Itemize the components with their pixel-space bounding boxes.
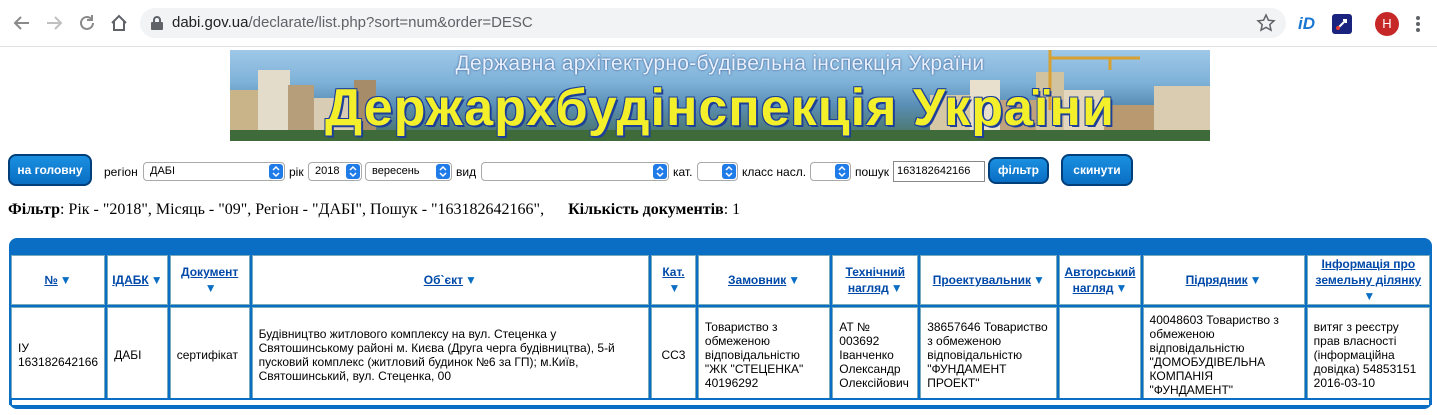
banner-subtitle: Державна архітектурно-будівельна інспекц… — [455, 52, 985, 75]
forward-arrow-icon[interactable] — [42, 11, 66, 35]
col-header-category[interactable]: Кат.▼ — [651, 255, 696, 305]
bookmark-star-icon[interactable] — [1256, 13, 1276, 33]
col-header-technical-supervision[interactable]: Технічний нагляд ▼ — [832, 255, 919, 305]
select-caret-icon — [436, 164, 450, 179]
browser-toolbar: dabi.gov.ua/declarate/list.php?sort=num&… — [0, 0, 1437, 47]
col-header-contractor[interactable]: Підрядник ▼ — [1142, 255, 1305, 305]
table-header-row: № ▼ ІДАБК ▼ Документ▼ Об`єкт ▼ Кат.▼ Замовн… — [11, 255, 1430, 305]
cell-contractor: 40048603 Товариство з обмеженою відповід… — [1142, 307, 1305, 403]
cell-customer: Товариство з обмеженою відповідальністю … — [697, 307, 831, 403]
select-caret-icon — [346, 164, 360, 179]
col-header-number[interactable]: № ▼ — [11, 255, 106, 305]
cell-document: сертифікат — [169, 307, 250, 403]
col-header-customer[interactable]: Замовник ▼ — [697, 255, 831, 305]
reset-button[interactable]: скинути — [1061, 154, 1133, 186]
region-label: регіон — [104, 165, 138, 179]
cell-category: СС3 — [651, 307, 696, 403]
sort-arrow-icon[interactable]: ▼ — [788, 272, 800, 288]
lock-icon — [151, 16, 163, 30]
cell-idabk: ДАБІ — [107, 307, 168, 403]
col-header-document[interactable]: Документ▼ — [169, 255, 250, 305]
col-header-author-supervision[interactable]: Авторський нагляд ▼ — [1059, 255, 1141, 305]
cell-number: ІУ 163182642166 — [11, 307, 106, 403]
browser-menu-icon[interactable] — [1410, 12, 1426, 36]
select-caret-icon — [653, 164, 667, 179]
sort-arrow-icon[interactable]: ▼ — [151, 272, 163, 288]
year-select[interactable]: 2018 — [308, 162, 362, 181]
home-button[interactable]: на головну — [8, 154, 92, 186]
sort-arrow-icon[interactable]: ▼ — [891, 280, 903, 296]
reload-icon[interactable] — [75, 11, 99, 35]
results-table: № ▼ ІДАБК ▼ Документ▼ Об`єкт ▼ Кат.▼ Замовн… — [9, 253, 1432, 405]
address-bar[interactable]: dabi.gov.ua/declarate/list.php?sort=num&… — [140, 8, 1286, 38]
col-header-land-info[interactable]: Інформація про земельну ділянку▼ — [1306, 255, 1430, 305]
site-banner[interactable]: Державна архітектурно-будівельна інспекц… — [230, 50, 1210, 141]
class-select[interactable] — [810, 162, 851, 181]
month-select[interactable]: вересень — [365, 162, 452, 181]
document-count-label: Кількість документів — [568, 201, 724, 218]
cell-author-supervision — [1059, 307, 1141, 403]
year-label: рік — [289, 165, 304, 179]
kind-select[interactable] — [481, 162, 669, 181]
search-label: пошук — [855, 165, 890, 179]
category-label: кат. — [673, 165, 693, 179]
profile-avatar[interactable]: H — [1375, 12, 1399, 36]
filter-button[interactable]: фільтр — [988, 157, 1049, 184]
cell-object: Будівництво житлового комплексу на вул. … — [251, 307, 650, 403]
sort-arrow-icon[interactable]: ▼ — [60, 272, 72, 288]
home-icon[interactable] — [107, 11, 131, 35]
col-header-idabk[interactable]: ІДАБК ▼ — [107, 255, 168, 305]
filter-text: : Рік - "2018", Місяць - "09", Регіон - … — [59, 201, 545, 218]
search-input[interactable]: 163182642166 — [893, 161, 985, 182]
table-bottom-bar — [9, 398, 1432, 409]
category-select[interactable] — [697, 162, 738, 181]
url-text: dabi.gov.ua/declarate/list.php?sort=num&… — [172, 14, 533, 31]
cell-technical-supervision: АТ № 003692 Іванченко Олександр Олексійо… — [832, 307, 919, 403]
banner-title: Держархбудінспекція України — [325, 79, 1115, 137]
filter-summary: Фільтр: Рік - "2018", Місяць - "09", Рег… — [8, 201, 740, 219]
sort-arrow-icon[interactable]: ▼ — [205, 280, 217, 296]
back-arrow-icon[interactable] — [10, 11, 34, 35]
select-caret-icon — [722, 164, 736, 179]
extension-rocket-icon[interactable] — [1332, 14, 1352, 34]
cell-designer: 38657646 Товариство з обмеженою відповід… — [920, 307, 1058, 403]
region-select[interactable]: ДАБІ — [143, 162, 285, 181]
sort-arrow-icon[interactable]: ▼ — [1115, 280, 1127, 296]
class-label: класс насл. — [742, 165, 807, 179]
filter-label: Фільтр — [8, 201, 60, 218]
table-top-bar — [9, 238, 1432, 254]
sort-arrow-icon[interactable]: ▼ — [669, 280, 681, 296]
kind-label: вид — [456, 165, 477, 179]
select-caret-icon — [269, 164, 283, 179]
extension-id-icon[interactable]: iD — [1298, 13, 1320, 35]
select-caret-icon — [835, 164, 849, 179]
sort-arrow-icon[interactable]: ▼ — [1363, 288, 1375, 304]
sort-arrow-icon[interactable]: ▼ — [1033, 272, 1045, 288]
sort-arrow-icon[interactable]: ▼ — [1250, 272, 1262, 288]
cell-land-info: витяг з реєстру прав власності (інформац… — [1306, 307, 1430, 403]
sort-arrow-icon[interactable]: ▼ — [465, 272, 477, 288]
col-header-object[interactable]: Об`єкт ▼ — [251, 255, 650, 305]
document-count-value: : 1 — [723, 201, 741, 218]
table-row: ІУ 163182642166 ДАБІ сертифікат Будівниц… — [11, 307, 1430, 403]
col-header-designer[interactable]: Проектувальник ▼ — [920, 255, 1058, 305]
